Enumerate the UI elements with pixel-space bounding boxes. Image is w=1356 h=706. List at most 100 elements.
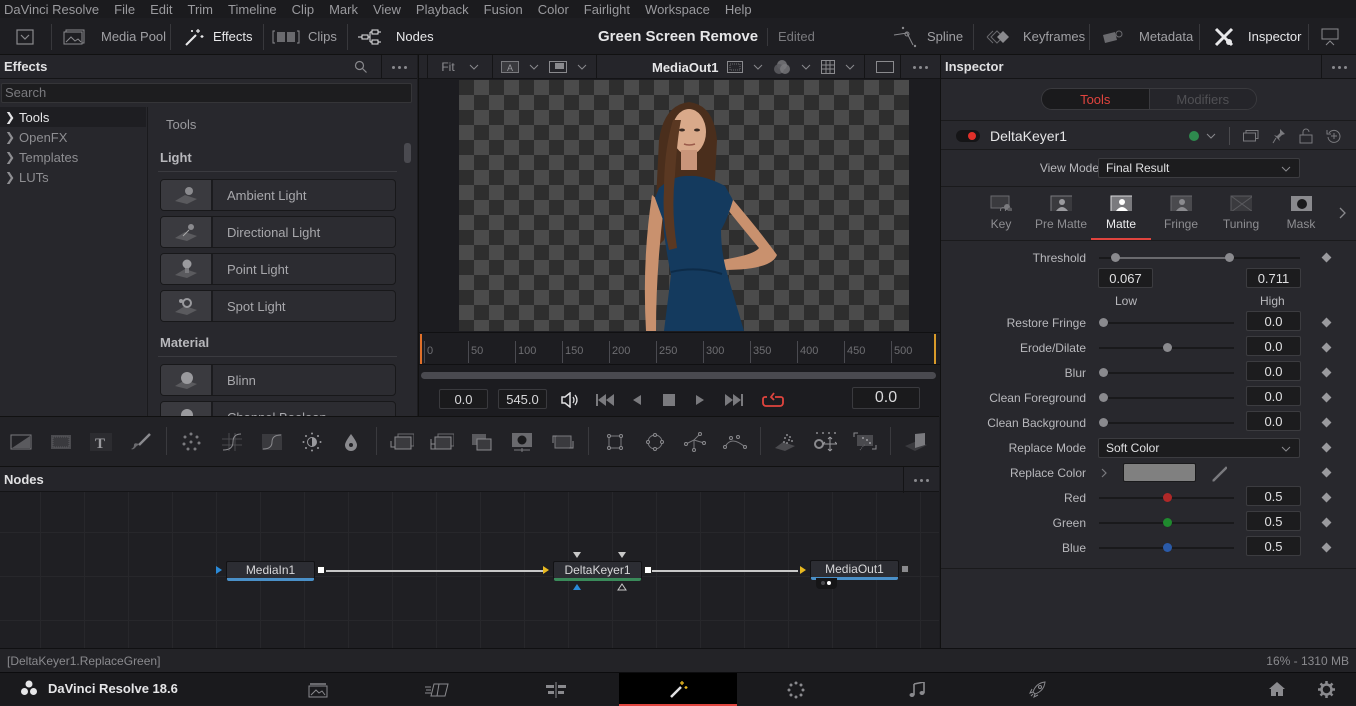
tool-color-dot[interactable] (1189, 131, 1199, 141)
output-port[interactable] (317, 566, 325, 574)
clean-background-slider[interactable] (1099, 418, 1234, 427)
stop-button[interactable] (661, 391, 677, 409)
output-port[interactable] (644, 566, 652, 574)
tracker-tool-button[interactable] (813, 432, 837, 452)
clean-background-value-field[interactable]: 0.0 (1246, 411, 1301, 431)
3d-shape-tool-button[interactable] (903, 432, 927, 452)
effect-directional-light[interactable]: Directional Light (160, 216, 396, 248)
keyframe-diamond-icon[interactable] (1321, 252, 1332, 263)
menu-fairlight[interactable]: Fairlight (584, 2, 630, 17)
erode-dilate-slider-handle[interactable] (1163, 343, 1172, 352)
menu-playback[interactable]: Playback (416, 2, 469, 17)
viewer-indicator[interactable] (816, 578, 837, 589)
restore-fringe-value-field[interactable]: 0.0 (1246, 311, 1301, 331)
restore-fringe-slider-handle[interactable] (1099, 318, 1108, 327)
subtab-tuning[interactable]: Tuning (1211, 195, 1271, 240)
in-point-marker[interactable] (420, 334, 422, 364)
viewer-image[interactable] (459, 80, 909, 331)
blur-tool-button[interactable] (339, 432, 363, 452)
erode-dilate-slider[interactable] (1099, 343, 1234, 352)
view-mode-select[interactable]: Final Result (1098, 158, 1300, 178)
play-reverse-button[interactable] (629, 391, 645, 409)
blue-slider-handle[interactable] (1163, 543, 1172, 552)
menu-fusion[interactable]: Fusion (484, 2, 523, 17)
node-graph-canvas[interactable]: MediaIn1 DeltaKeyer1 MediaOut1 (0, 492, 939, 648)
menu-workspace[interactable]: Workspace (645, 2, 710, 17)
clean-foreground-slider[interactable] (1099, 393, 1234, 402)
erode-dilate-value-field[interactable]: 0.0 (1246, 336, 1301, 356)
blue-slider[interactable] (1099, 543, 1234, 552)
merge-tool-button[interactable] (390, 432, 414, 452)
settings-button[interactable] (1318, 681, 1335, 698)
menu-view[interactable]: View (373, 2, 401, 17)
subtab-fringe[interactable]: Fringe (1151, 195, 1211, 240)
eyedropper-icon[interactable] (1211, 466, 1227, 482)
planar-tracker-button[interactable] (853, 432, 877, 452)
color-corrector-tool-button[interactable] (300, 432, 324, 452)
node-mediain1[interactable]: MediaIn1 (226, 561, 315, 581)
pin-icon[interactable] (1272, 128, 1286, 144)
threshold-low-field[interactable]: 0.067 (1098, 268, 1153, 288)
keyframe-diamond-icon[interactable] (1321, 492, 1332, 503)
green-slider[interactable] (1099, 518, 1234, 527)
start-time-field[interactable]: 0.0 (439, 389, 488, 409)
clean-plate-input-icon[interactable] (572, 583, 582, 591)
tab-tools[interactable]: Tools (1042, 89, 1149, 109)
clips-button[interactable]: Clips (272, 18, 337, 55)
ellipse-mask-button[interactable] (643, 432, 667, 452)
media-pool-button[interactable]: Media Pool (63, 18, 166, 55)
menu-help[interactable]: Help (725, 2, 752, 17)
keyframe-diamond-icon[interactable] (1321, 342, 1332, 353)
versions-icon[interactable] (1243, 130, 1259, 142)
single-view-icon[interactable] (876, 61, 894, 73)
go-to-end-button[interactable] (722, 391, 746, 409)
tree-item-luts[interactable]: ❯ LUTs (0, 167, 146, 187)
keyframe-diamond-icon[interactable] (1321, 542, 1332, 553)
effect-channel-boolean[interactable]: Channel Boolean (160, 401, 396, 416)
subtab-key[interactable]: Key (971, 195, 1031, 240)
effect-point-light[interactable]: Point Light (160, 253, 396, 285)
audio-button[interactable] (559, 391, 581, 409)
replace-color-swatch[interactable] (1123, 463, 1196, 482)
threshold-high-handle[interactable] (1224, 253, 1234, 262)
page-edit[interactable] (497, 673, 615, 706)
effects-scrollbar[interactable] (404, 143, 411, 163)
page-fusion[interactable] (619, 673, 737, 706)
bspline-mask-button[interactable] (723, 432, 747, 452)
zoom-select[interactable]: Fit (427, 55, 493, 79)
subtab-mask[interactable]: Mask (1271, 195, 1331, 240)
green-value-field[interactable]: 0.5 (1246, 511, 1301, 531)
page-color[interactable] (737, 673, 855, 706)
current-time-field[interactable]: 0.0 (852, 387, 920, 409)
transform-tool-button[interactable] (551, 432, 575, 452)
channel-select[interactable]: A (501, 55, 587, 79)
keyframe-diamond-icon[interactable] (1321, 417, 1332, 428)
replace-mode-select[interactable]: Soft Color (1098, 438, 1300, 458)
grid-icon[interactable] (821, 60, 835, 74)
red-slider-handle[interactable] (1163, 493, 1172, 502)
tool-enable-toggle[interactable] (956, 130, 980, 142)
blur-slider-handle[interactable] (1099, 368, 1108, 377)
effect-mask-input-icon[interactable] (617, 583, 627, 591)
background-tool-button[interactable] (9, 432, 33, 452)
page-cut[interactable] (378, 673, 496, 706)
panel-toggle-button[interactable] (16, 18, 34, 55)
green-slider-handle[interactable] (1163, 518, 1172, 527)
keyframe-diamond-icon[interactable] (1321, 367, 1332, 378)
menu-clip[interactable]: Clip (292, 2, 314, 17)
tab-modifiers[interactable]: Modifiers (1148, 89, 1256, 109)
red-value-field[interactable]: 0.5 (1246, 486, 1301, 506)
fullscreen-toggle-button[interactable] (1321, 18, 1339, 55)
point-cloud-tool-button[interactable] (773, 432, 797, 452)
tree-item-tools[interactable]: ❯ Tools (0, 107, 146, 127)
effects-options-button[interactable] (381, 55, 417, 79)
effect-ambient-light[interactable]: Ambient Light (160, 179, 396, 211)
mask-tool-button[interactable] (510, 432, 534, 452)
go-to-start-button[interactable] (593, 391, 617, 409)
subtab-matte[interactable]: Matte (1091, 195, 1151, 240)
blur-value-field[interactable]: 0.0 (1246, 361, 1301, 381)
menu-timeline[interactable]: Timeline (228, 2, 277, 17)
chevron-down-icon[interactable] (801, 64, 811, 70)
lock-icon[interactable] (1299, 128, 1313, 144)
home-button[interactable] (1268, 681, 1286, 697)
